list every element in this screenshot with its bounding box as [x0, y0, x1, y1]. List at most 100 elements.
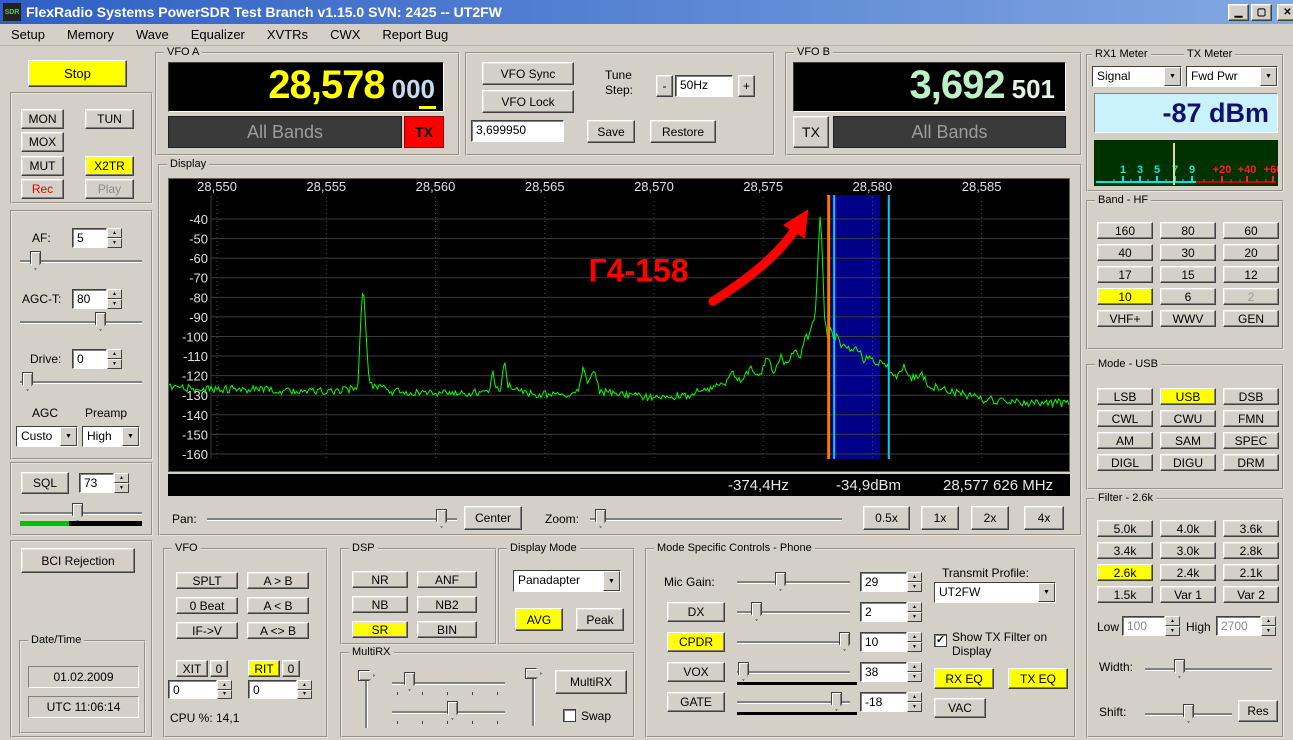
- display-mode-dropdown-icon[interactable]: ▼: [603, 571, 620, 591]
- display-mode-select[interactable]: Panadapter ▼: [513, 570, 621, 592]
- band-button[interactable]: 10: [1097, 288, 1153, 305]
- xit-zero-button[interactable]: 0: [210, 660, 228, 677]
- band-button[interactable]: 40: [1097, 244, 1153, 261]
- mode-button[interactable]: USB: [1160, 388, 1216, 405]
- dsp-button[interactable]: NB: [352, 596, 408, 613]
- vfo-b-band-bar[interactable]: All Bands: [833, 116, 1066, 148]
- peak-button[interactable]: Peak: [576, 608, 624, 631]
- mode-button[interactable]: DRM: [1223, 454, 1279, 471]
- vfo-b-tx-button[interactable]: TX: [793, 116, 829, 148]
- multirx-balance-vthumb[interactable]: [525, 668, 542, 679]
- rit-zero-button[interactable]: 0: [282, 660, 300, 677]
- band-button[interactable]: 6: [1160, 288, 1216, 305]
- filter-button[interactable]: 5.0k: [1097, 520, 1153, 537]
- tun-button[interactable]: TUN: [85, 109, 134, 129]
- sql-updown[interactable]: ▲ ▼: [114, 473, 129, 493]
- cpdr-thumb[interactable]: [839, 632, 850, 651]
- af-updown[interactable]: ▲ ▼: [107, 228, 122, 248]
- agc-select-value[interactable]: Custo: [17, 427, 60, 446]
- mode-button[interactable]: DIGU: [1160, 454, 1216, 471]
- mode-button[interactable]: DSB: [1223, 388, 1279, 405]
- band-button[interactable]: 15: [1160, 266, 1216, 283]
- tx-eq-button[interactable]: TX EQ: [1008, 668, 1068, 689]
- sql-spinner[interactable]: 73 ▲ ▼: [79, 473, 129, 493]
- filter-button[interactable]: 3.4k: [1097, 542, 1153, 559]
- dsp-button[interactable]: NR: [352, 571, 408, 588]
- vox-button[interactable]: VOX: [667, 662, 725, 682]
- filter-button[interactable]: 2.8k: [1223, 542, 1279, 559]
- rx-eq-button[interactable]: RX EQ: [934, 668, 994, 689]
- swap-checkbox[interactable]: [563, 709, 576, 722]
- agc-select[interactable]: Custo ▼: [16, 426, 78, 447]
- filter-width-thumb[interactable]: [1174, 659, 1185, 678]
- vfo-sync-button[interactable]: VFO Sync: [482, 62, 574, 85]
- menu-item[interactable]: XVTRs: [256, 25, 319, 44]
- vfo-a-tx-indicator[interactable]: TX: [404, 116, 444, 148]
- cpdr-track[interactable]: [737, 641, 850, 643]
- rx1-meter-value[interactable]: Signal: [1093, 67, 1164, 86]
- zoom-slider-thumb[interactable]: [595, 509, 606, 528]
- cpdr-updown[interactable]: ▲ ▼: [907, 632, 922, 652]
- dx-thumb[interactable]: [751, 602, 762, 621]
- vac-button[interactable]: VAC: [934, 698, 986, 718]
- tx-meter-value[interactable]: Fwd Pwr: [1187, 67, 1260, 86]
- zoom-4x-button[interactable]: 4x: [1024, 506, 1064, 530]
- pan-slider-thumb[interactable]: [436, 509, 447, 528]
- mode-button[interactable]: AM: [1097, 432, 1153, 449]
- vox-thumb[interactable]: [738, 662, 749, 681]
- mut-button[interactable]: MUT: [21, 156, 64, 176]
- zoom-05x-button[interactable]: 0.5x: [863, 506, 910, 530]
- agct-updown[interactable]: ▲ ▼: [107, 289, 122, 309]
- af-spinner[interactable]: 5 ▲ ▼: [72, 228, 122, 248]
- close-button[interactable]: ✕: [1277, 4, 1293, 21]
- vfo-a-band-bar[interactable]: All Bands: [168, 116, 402, 148]
- menu-item[interactable]: Report Bug: [371, 25, 459, 44]
- gate-spinner[interactable]: -18 ▲ ▼: [860, 692, 922, 712]
- gate-thumb[interactable]: [831, 692, 842, 711]
- transmit-profile-dropdown-icon[interactable]: ▼: [1038, 583, 1055, 602]
- memory-frequency-field[interactable]: 3,699950: [471, 120, 564, 142]
- xit-spinner[interactable]: 0 ▲ ▼: [168, 680, 232, 699]
- show-tx-filter-checkbox[interactable]: ✓: [934, 634, 947, 647]
- filter-reset-button[interactable]: Res: [1238, 700, 1278, 722]
- dx-button[interactable]: DX: [667, 602, 725, 622]
- agct-spinner[interactable]: 80 ▲ ▼: [72, 289, 122, 309]
- bci-rejection-button[interactable]: BCI Rejection: [21, 548, 135, 573]
- start-stop-button[interactable]: Stop: [28, 60, 127, 87]
- dsp-button[interactable]: NB2: [417, 596, 477, 613]
- mic-gain-value[interactable]: 29: [860, 572, 907, 592]
- tune-step-plus-button[interactable]: +: [738, 75, 755, 97]
- band-button[interactable]: 12: [1223, 266, 1279, 283]
- tune-step-minus-button[interactable]: -: [656, 75, 673, 97]
- menu-item[interactable]: CWX: [319, 25, 371, 44]
- title-bar[interactable]: SDR FlexRadio Systems PowerSDR Test Bran…: [0, 0, 1293, 24]
- mic-gain-updown[interactable]: ▲ ▼: [907, 572, 922, 592]
- pan-slider-track[interactable]: [207, 518, 457, 520]
- menu-item[interactable]: Memory: [56, 25, 125, 44]
- filter-button[interactable]: 1.5k: [1097, 586, 1153, 603]
- mic-gain-track[interactable]: [737, 581, 850, 583]
- af-slider-thumb[interactable]: [30, 251, 41, 270]
- mic-gain-thumb[interactable]: [775, 572, 786, 591]
- band-button[interactable]: 30: [1160, 244, 1216, 261]
- mode-button[interactable]: DIGL: [1097, 454, 1153, 471]
- play-button[interactable]: Play: [85, 179, 134, 199]
- mode-button[interactable]: CWL: [1097, 410, 1153, 427]
- vox-value[interactable]: 38: [860, 662, 907, 682]
- vox-updown[interactable]: ▲ ▼: [907, 662, 922, 682]
- mox-button[interactable]: MOX: [21, 132, 64, 152]
- drive-spinner[interactable]: 0 ▲ ▼: [72, 349, 122, 369]
- xit-updown[interactable]: ▲ ▼: [217, 680, 232, 699]
- rit-button[interactable]: RIT: [248, 660, 280, 677]
- preamp-select-value[interactable]: High: [83, 427, 122, 446]
- filter-high-updown[interactable]: ▲ ▼: [1261, 616, 1276, 636]
- multirx-gain-thumb[interactable]: [404, 672, 415, 691]
- dsp-button[interactable]: ANF: [417, 571, 477, 588]
- gate-updown[interactable]: ▲ ▼: [907, 692, 922, 712]
- center-button[interactable]: Center: [464, 506, 522, 530]
- avg-button[interactable]: AVG: [515, 608, 563, 631]
- transmit-profile-value[interactable]: UT2FW: [935, 583, 1038, 602]
- band-button[interactable]: 60: [1223, 222, 1279, 239]
- filter-low-value[interactable]: 100: [1122, 616, 1165, 636]
- tune-step-value[interactable]: 50Hz: [675, 75, 733, 97]
